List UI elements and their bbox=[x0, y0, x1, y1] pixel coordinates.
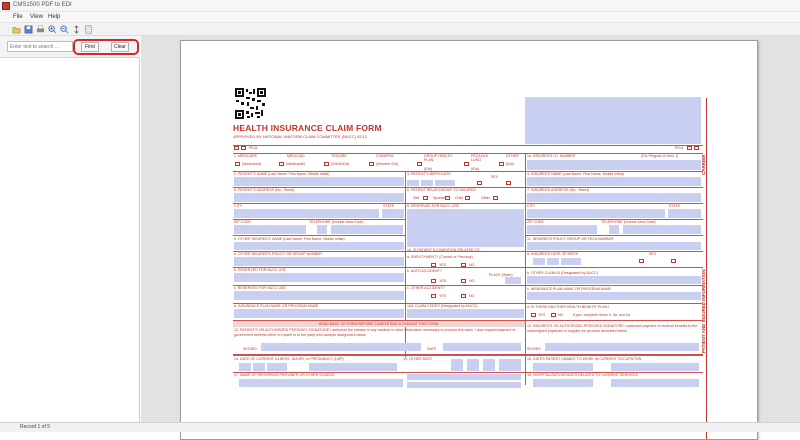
window-title: CMS1500 PDF to EDI bbox=[13, 2, 72, 8]
qr-code bbox=[235, 88, 266, 119]
group-health-label: GROUP HEALTH PLAN bbox=[424, 154, 453, 162]
search-row: Find Clear bbox=[0, 36, 140, 58]
save-icon[interactable] bbox=[24, 25, 33, 34]
patient-city-field[interactable] bbox=[234, 209, 379, 218]
form-title: HEALTH INSURANCE CLAIM FORM bbox=[233, 123, 382, 133]
reserved-nucc-b-field[interactable] bbox=[234, 273, 404, 282]
feca-label: FECA BLK LUNG bbox=[471, 154, 489, 162]
insured-name-field[interactable] bbox=[527, 177, 701, 186]
patient-address-field[interactable] bbox=[234, 193, 404, 202]
other-plan-name-field[interactable] bbox=[234, 309, 404, 318]
pica-left-label: PICA bbox=[249, 146, 258, 150]
status-bar: Record 1 of 5 bbox=[0, 422, 800, 432]
insured-policy-field[interactable] bbox=[527, 242, 701, 250]
insured-address-field[interactable] bbox=[527, 193, 701, 202]
champva-label: CHAMPVA bbox=[376, 154, 394, 158]
patient-phone-field[interactable] bbox=[331, 225, 403, 234]
pica-right-label: PICA bbox=[675, 146, 684, 150]
find-button[interactable]: Find bbox=[81, 42, 99, 52]
tricare-label: TRICARE bbox=[331, 154, 347, 158]
zoom-out-icon[interactable] bbox=[60, 25, 69, 34]
menu-bar: File View Help bbox=[0, 12, 800, 23]
insured-city-field[interactable] bbox=[527, 209, 665, 218]
clear-button[interactable]: Clear bbox=[111, 42, 129, 52]
fit-icon[interactable] bbox=[72, 25, 81, 34]
other-insured-name-field[interactable] bbox=[234, 242, 404, 250]
insured-phone-field[interactable] bbox=[623, 225, 701, 234]
menu-help[interactable]: Help bbox=[48, 14, 60, 20]
insured-id-label: 1a. INSURED'S I.D. NUMBER bbox=[527, 154, 576, 158]
menu-view[interactable]: View bbox=[30, 14, 43, 20]
title-bar: CMS1500 PDF to EDI bbox=[0, 0, 800, 12]
form-approval-note: APPROVED BY NATIONAL UNIFORM CLAIM COMMI… bbox=[233, 134, 367, 139]
search-input[interactable] bbox=[7, 41, 73, 52]
other-label: OTHER bbox=[506, 154, 519, 158]
patient-zip-field[interactable] bbox=[234, 225, 306, 234]
claim-codes-field[interactable] bbox=[407, 309, 524, 318]
other-policy-field[interactable] bbox=[234, 257, 404, 266]
insured-state-field[interactable] bbox=[668, 209, 701, 218]
patient-info-label: PATIENT AND INSURED INFORMATION bbox=[701, 269, 706, 353]
print-icon[interactable] bbox=[36, 25, 45, 34]
page-icon[interactable] bbox=[84, 25, 93, 34]
program-label: (For Program in Item 1) bbox=[641, 154, 679, 158]
insured-zip-field[interactable] bbox=[527, 225, 597, 234]
patient-state-field[interactable] bbox=[382, 209, 404, 218]
claim-form-page: HEALTH INSURANCE CLAIM FORM APPROVED BY … bbox=[180, 40, 758, 440]
medicaid-label: MEDICAID bbox=[287, 154, 305, 158]
reserved-nucc-field[interactable] bbox=[407, 209, 524, 247]
toolbar bbox=[0, 23, 800, 36]
patient-name-field[interactable] bbox=[234, 177, 404, 186]
menu-file[interactable]: File bbox=[13, 14, 23, 20]
insurance-plan-field[interactable] bbox=[527, 292, 701, 300]
record-counter: Record 1 of 5 bbox=[20, 424, 51, 430]
sidebar: Find Clear bbox=[0, 36, 140, 432]
app-icon bbox=[2, 2, 10, 10]
read-back-banner: READ BACK OF FORM BEFORE COMPLETING & SI… bbox=[233, 321, 525, 327]
reserved-nucc-c-field[interactable] bbox=[234, 291, 404, 300]
hospitalization-dates-field[interactable] bbox=[611, 379, 699, 387]
insured-id-field[interactable] bbox=[527, 160, 701, 170]
referring-provider-field[interactable] bbox=[239, 379, 403, 387]
patient-signature-date-field[interactable] bbox=[443, 343, 521, 351]
unable-work-dates-field[interactable] bbox=[611, 363, 699, 371]
zoom-in-icon[interactable] bbox=[48, 25, 57, 34]
insured-signature-field[interactable] bbox=[545, 343, 699, 351]
medicare-label: 1. MEDICARE bbox=[234, 154, 257, 158]
illness-qual-field[interactable] bbox=[309, 363, 397, 371]
carrier-address-field[interactable] bbox=[525, 97, 701, 144]
patient-signature-field[interactable] bbox=[261, 343, 421, 351]
open-icon[interactable] bbox=[12, 25, 21, 34]
other-claim-id-field[interactable] bbox=[527, 276, 701, 284]
